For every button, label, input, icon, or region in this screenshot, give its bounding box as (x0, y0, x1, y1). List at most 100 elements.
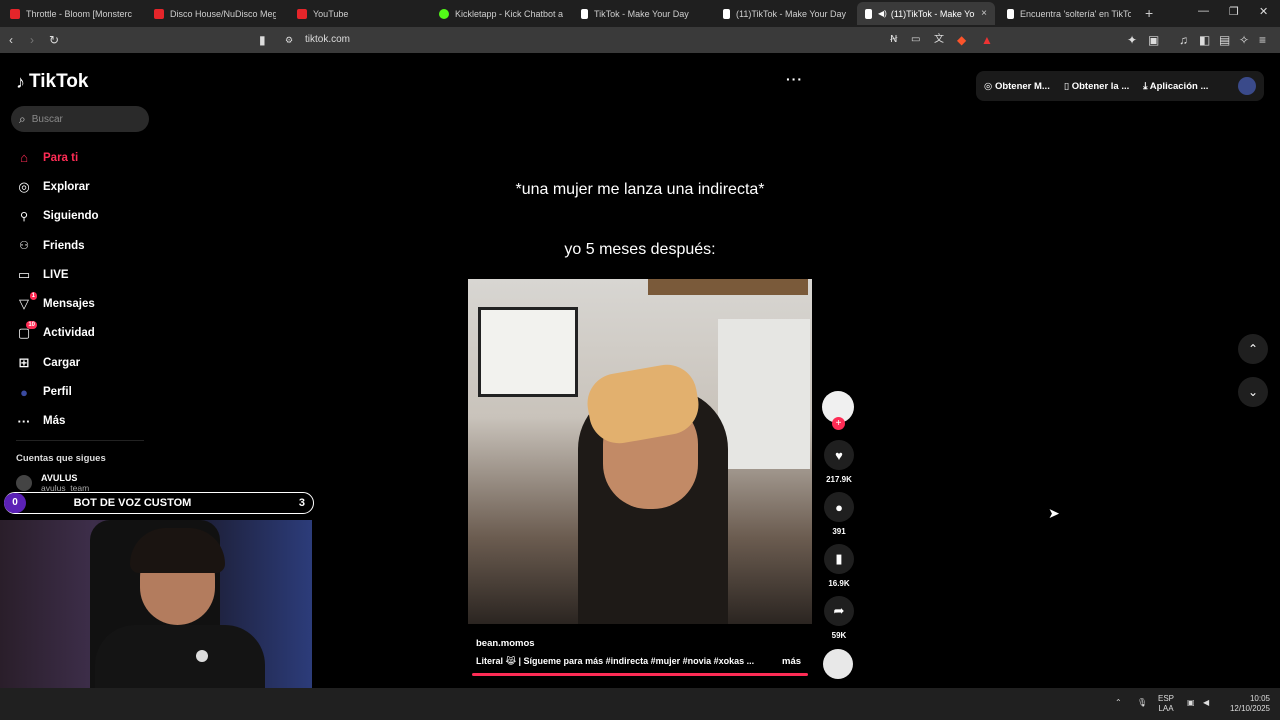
get-coins-button[interactable]: ◎ Obtener M... (984, 81, 1050, 92)
minimize-icon[interactable]: — (1198, 5, 1209, 17)
tab-title: Disco House/NuDisco Megamix (170, 8, 276, 19)
following-header: Cuentas que sigues (16, 453, 106, 464)
close-window-icon[interactable]: ✕ (1259, 5, 1268, 18)
reader-icon[interactable]: Ꞥ (890, 33, 897, 47)
next-video-button[interactable]: ⌄ (1238, 377, 1268, 407)
logo-text: TikTok (29, 71, 89, 92)
tab-title: Throttle - Bloom [Monstercat R (26, 8, 132, 19)
nav-label: Para ti (43, 151, 79, 164)
close-tab-icon[interactable]: × (981, 8, 987, 19)
nav-item-friends[interactable]: ⚇ Friends (16, 231, 99, 260)
brave-rewards-icon[interactable]: ▲ (981, 33, 993, 47)
date: 12/10/2025 (1229, 704, 1270, 713)
volume-icon[interactable]: ◀ (1203, 698, 1209, 708)
nav-label: Más (43, 415, 66, 428)
site-info-icon[interactable]: ⚙ (285, 33, 293, 47)
new-tab-button[interactable]: + (1145, 5, 1153, 21)
like-button[interactable]: ♥ 217.9K (823, 440, 855, 484)
follow-plus-icon[interactable]: + (832, 417, 845, 430)
tiktok-logo[interactable]: ♪ TikTok (16, 71, 88, 93)
brave-shield-icon[interactable]: ◆ (957, 33, 966, 47)
avatar (16, 475, 32, 491)
comment-icon: ● (824, 492, 854, 522)
youtube-favicon-icon (154, 8, 164, 19)
tray-overflow-icon[interactable]: ⌃ (1115, 698, 1122, 708)
home-icon: ⌂ (20, 150, 28, 166)
stream-overlay-bar: 0 BOT DE VOZ CUSTOM 3 (4, 492, 314, 514)
browser-tab[interactable]: Throttle - Bloom [Monstercat R (2, 2, 140, 25)
search-input[interactable]: ⌕ Buscar (11, 106, 149, 132)
address-bar[interactable]: tiktok.com (305, 34, 350, 45)
action-rail: + ♥ 217.9K ● 391 ▮ 16.9K ➦ 59K (822, 391, 856, 679)
nav-item-mas[interactable]: ··· Más (16, 407, 99, 436)
creator-avatar[interactable]: + (822, 391, 854, 430)
tiktok-favicon-icon (723, 8, 730, 19)
video-scene (718, 319, 810, 469)
share-icon: ➦ (824, 596, 854, 626)
browser-tab[interactable]: TikTok - Make Your Day (573, 2, 713, 25)
tab-title: Kickletapp - Kick Chatbot and (455, 8, 563, 19)
back-icon[interactable]: ‹ (9, 33, 13, 47)
more-options-icon[interactable]: ··· (786, 71, 803, 87)
nav-item-cargar[interactable]: ⊞ Cargar (16, 348, 99, 377)
browser-tab[interactable]: Kickletapp - Kick Chatbot and (431, 2, 571, 25)
forward-icon[interactable]: › (30, 33, 34, 47)
cast-icon[interactable]: ▭ (911, 33, 920, 47)
translate-icon[interactable]: 文 (934, 33, 944, 47)
browser-tab[interactable]: Encuentra 'soltería' en TikTok | (999, 2, 1139, 25)
bookmark-icon[interactable]: ▮ (259, 33, 266, 47)
nav-item-mensajes[interactable]: ▽ 1 Mensajes (16, 289, 99, 318)
browser-tab[interactable]: (11)TikTok - Make Your Day (715, 2, 855, 25)
music-disc-icon[interactable] (823, 649, 853, 679)
previous-video-button[interactable]: ⌃ (1238, 334, 1268, 364)
nav-label: LIVE (43, 268, 69, 281)
browser-tab-active[interactable]: ◀) (11)TikTok - Make Your × (857, 2, 995, 25)
mic-icon[interactable]: 🎙 (1137, 698, 1147, 708)
clock[interactable]: 10:05 12/10/2025 (1226, 694, 1270, 714)
split-view-icon[interactable]: ◧ (1199, 33, 1210, 47)
following-account[interactable]: AVULUS avulus_team (16, 473, 89, 493)
kicklet-favicon-icon (439, 8, 449, 19)
avatar[interactable] (1238, 77, 1256, 95)
save-button[interactable]: ▮ 16.9K (823, 544, 855, 588)
video-progress-bar[interactable] (472, 673, 808, 676)
browser-tab[interactable]: Disco House/NuDisco Megamix (146, 2, 284, 25)
like-count: 217.9K (826, 475, 852, 484)
more-link[interactable]: más (782, 656, 801, 667)
video-player[interactable] (468, 279, 812, 624)
messages-icon: ▽ 1 (19, 292, 37, 312)
nav-label: Friends (43, 239, 85, 252)
network-icon[interactable]: ▣ (1187, 698, 1195, 708)
nav-label: Actividad (43, 327, 95, 340)
video-author[interactable]: bean.momos (476, 638, 535, 649)
share-count: 59K (831, 631, 847, 640)
compass-icon: ◎ (18, 178, 30, 194)
webcam-person (130, 528, 225, 573)
video-scene (478, 307, 578, 397)
menu-icon[interactable]: ≡ (1259, 33, 1266, 47)
mouse-cursor-icon: ➤ (1048, 505, 1060, 521)
reload-icon[interactable]: ↻ (49, 33, 59, 47)
nav-item-siguiendo[interactable]: ⚲ Siguiendo (16, 202, 99, 231)
comment-button[interactable]: ● 391 (823, 492, 855, 536)
maximize-icon[interactable]: ❐ (1229, 5, 1239, 18)
get-app-button[interactable]: ▯ Obtener la ... (1064, 81, 1129, 92)
sidebar-toggle-icon[interactable]: ▣ (1148, 33, 1159, 47)
tiktok-favicon-icon (1007, 8, 1014, 19)
audio-icon[interactable]: ◀) (878, 9, 887, 18)
nav-item-perfil[interactable]: ● Perfil (16, 377, 99, 406)
nav-item-actividad[interactable]: ▢ 10 Actividad (16, 319, 99, 348)
nav-item-explorar[interactable]: ◎ Explorar (16, 172, 99, 201)
wallet-icon[interactable]: ▤ (1219, 33, 1230, 47)
tiktok-favicon-icon (865, 8, 872, 19)
nav-item-para-ti[interactable]: ⌂ Para ti (16, 143, 99, 172)
action-label: Aplicación ... (1149, 80, 1209, 92)
browser-tab[interactable]: YouTube (289, 2, 429, 25)
extensions-icon[interactable]: ✦ (1127, 33, 1137, 47)
share-button[interactable]: ➦ 59K (823, 596, 855, 640)
media-icon[interactable]: ♫ (1179, 33, 1188, 47)
language-indicator[interactable]: ESP LAA (1158, 694, 1174, 714)
leo-ai-icon[interactable]: ✧ (1239, 33, 1249, 47)
desktop-app-button[interactable]: ⤓ Aplicación ... (1143, 81, 1208, 92)
nav-item-live[interactable]: ▭ LIVE (16, 260, 99, 289)
